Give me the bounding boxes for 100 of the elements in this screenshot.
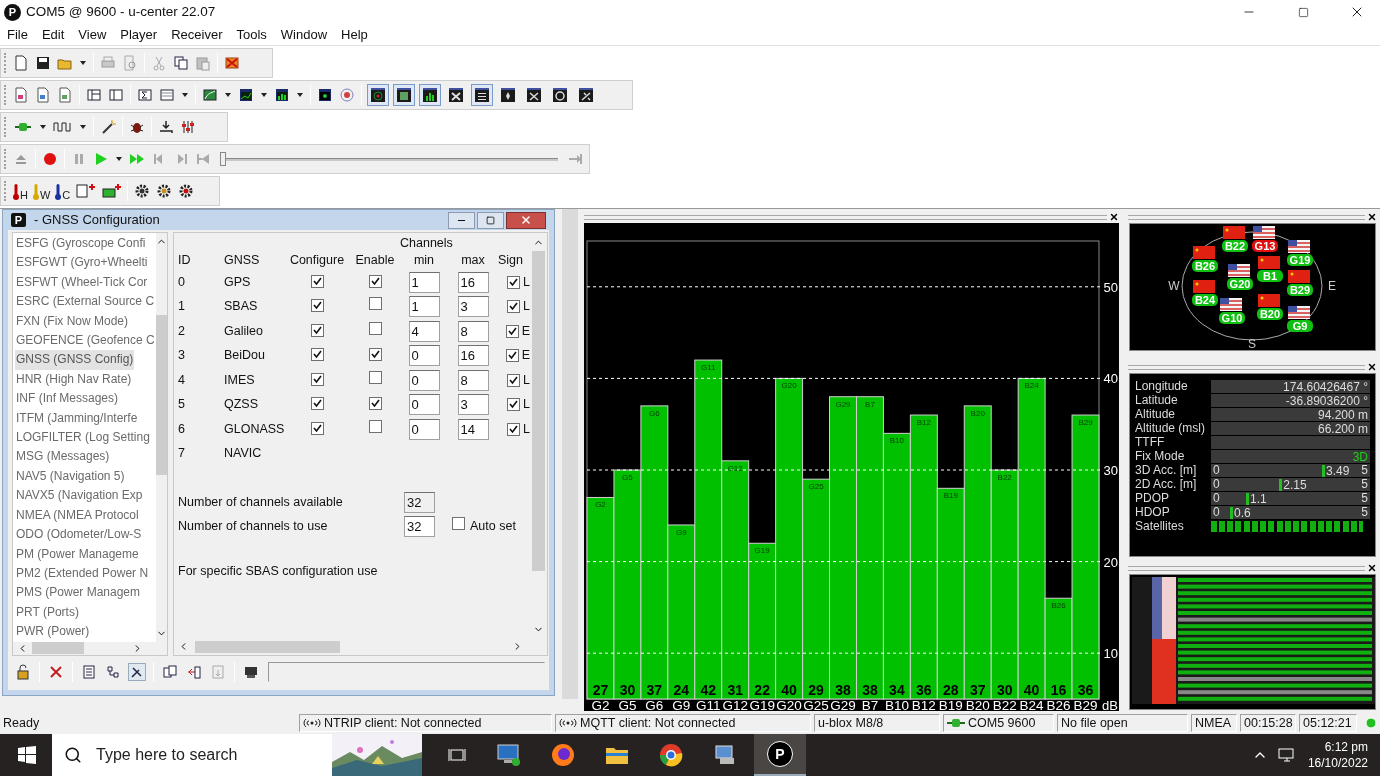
table-icon-toggle[interactable] (472, 85, 492, 105)
computer-icon[interactable] (496, 742, 522, 768)
document-icon[interactable] (13, 87, 29, 103)
checkbox[interactable] (310, 348, 324, 362)
map-icon[interactable] (202, 87, 218, 103)
maximize-icon[interactable] (1297, 6, 1309, 18)
radar-icon-toggle[interactable] (368, 85, 388, 105)
checkbox[interactable] (368, 397, 382, 411)
document-icon[interactable] (57, 87, 73, 103)
square-wave-icon[interactable] (53, 119, 73, 135)
task-view-icon[interactable] (448, 746, 466, 764)
message-list-item[interactable]: MSG (Messages) (15, 447, 111, 467)
crosshair-icon-toggle[interactable] (524, 85, 544, 105)
start-icon[interactable] (18, 746, 36, 764)
gear-icon[interactable] (156, 183, 173, 199)
chip-icon[interactable] (101, 183, 122, 199)
bar-chart-icon[interactable] (274, 87, 290, 103)
menu-item[interactable]: Edit (34, 24, 72, 45)
thermometer-button[interactable]: W (30, 181, 52, 201)
checkbox[interactable] (310, 299, 324, 313)
message-list-item[interactable]: PM (Power Manageme (15, 544, 140, 564)
min-field[interactable]: 0 (408, 394, 440, 416)
vertical-scrollbar[interactable] (155, 233, 167, 642)
horizontal-scrollbar[interactable] (13, 641, 167, 655)
target-icon[interactable] (339, 87, 355, 103)
message-list-item[interactable]: ESFGWT (Gyro+Wheelti (15, 253, 149, 273)
checkbox[interactable] (368, 419, 382, 433)
magic-wand-icon[interactable] (100, 119, 116, 135)
message-list-item[interactable]: GNSS (GNSS Config) (15, 350, 135, 370)
min-field[interactable]: 0 (408, 369, 440, 391)
channels-to-use-field[interactable]: 32 (404, 515, 435, 537)
min-field[interactable]: 0 (408, 345, 440, 367)
checkbox[interactable] (507, 275, 521, 289)
message-list-item[interactable]: NAV5 (Navigation 5) (15, 466, 126, 487)
new-document-icon[interactable] (13, 55, 29, 71)
slider-thumb[interactable] (220, 152, 226, 166)
message-list-item[interactable]: NAVX5 (Navigation Exp (15, 486, 144, 506)
checkbox[interactable] (368, 274, 382, 288)
gear-icon[interactable] (134, 183, 151, 199)
menu-item[interactable]: File (0, 24, 35, 45)
max-field[interactable]: 16 (457, 345, 489, 367)
skip-to-start-icon[interactable] (195, 151, 211, 167)
checkbox[interactable] (310, 421, 324, 435)
grid-icon-toggle[interactable] (394, 85, 414, 105)
message-list-item[interactable]: INF (Inf Messages) (15, 389, 120, 409)
stop-icon[interactable] (224, 55, 240, 71)
checkbox[interactable] (368, 297, 382, 311)
checkbox[interactable] (507, 398, 521, 412)
max-field[interactable]: 8 (457, 320, 489, 342)
menu-item[interactable]: Player (113, 24, 165, 45)
message-list-item[interactable]: ESRC (External Source C (15, 292, 156, 312)
checkbox[interactable] (368, 348, 382, 362)
document-icon[interactable] (35, 87, 51, 103)
message-list-item[interactable]: NMEA (NMEA Protocol (15, 505, 140, 526)
screen-icon[interactable] (317, 87, 333, 103)
bar-chart-icon-toggle[interactable] (420, 85, 440, 105)
min-field[interactable]: 1 (408, 296, 440, 318)
checkbox[interactable] (452, 516, 465, 530)
record-icon[interactable] (42, 151, 58, 167)
fox-browser-icon[interactable] (550, 742, 576, 768)
max-field[interactable]: 3 (457, 394, 489, 416)
max-field[interactable]: 3 (457, 296, 489, 318)
max-field[interactable]: 8 (457, 369, 489, 391)
menu-item[interactable]: Tools (229, 24, 274, 45)
search-field[interactable]: Type here to search (52, 734, 422, 776)
gear-icon[interactable] (178, 183, 195, 199)
download-tray-icon[interactable] (158, 119, 174, 135)
close-icon[interactable] (1109, 212, 1119, 222)
panel-layout-icon[interactable] (86, 87, 102, 103)
thermometer-button[interactable]: H (11, 181, 29, 201)
tree-icon[interactable] (105, 664, 121, 680)
menu-item[interactable]: Help (334, 24, 375, 45)
close-icon[interactable] (1367, 212, 1377, 222)
checkbox[interactable] (310, 274, 324, 288)
close-button[interactable] (506, 211, 546, 229)
sigma-icon[interactable] (137, 87, 153, 103)
checkbox[interactable] (368, 370, 382, 384)
network-icon[interactable] (1277, 747, 1296, 763)
tools-icon[interactable] (129, 664, 145, 680)
menu-item[interactable]: Window (273, 24, 335, 45)
message-list-item[interactable]: LOGFILTER (Log Setting (15, 428, 151, 448)
message-list-item[interactable]: ESFWT (Wheel-Tick Cor (15, 272, 149, 293)
checkbox[interactable] (505, 324, 519, 338)
thermometer-button[interactable]: C (53, 181, 72, 201)
min-field[interactable]: 0 (408, 418, 440, 440)
max-field[interactable]: 16 (457, 271, 489, 293)
message-list-item[interactable]: FXN (Fix Now Mode) (15, 311, 129, 332)
checkbox[interactable] (310, 397, 324, 411)
checkbox[interactable] (507, 373, 521, 387)
chip-icon[interactable] (75, 183, 96, 199)
copy-icon[interactable] (173, 55, 189, 71)
app-logo[interactable]: P (767, 741, 793, 767)
checkbox[interactable] (507, 300, 521, 314)
message-list-item[interactable]: PRT (Ports) (15, 602, 80, 623)
list-icon[interactable] (81, 664, 97, 680)
sliders-icon[interactable] (180, 119, 196, 135)
message-list-item[interactable]: ODO (Odometer/Low-S (15, 525, 143, 545)
close-icon[interactable] (1367, 362, 1377, 372)
message-list-item[interactable]: PMS (Power Managem (15, 583, 142, 603)
message-list-item[interactable]: PM2 (Extended Power N (15, 563, 150, 584)
